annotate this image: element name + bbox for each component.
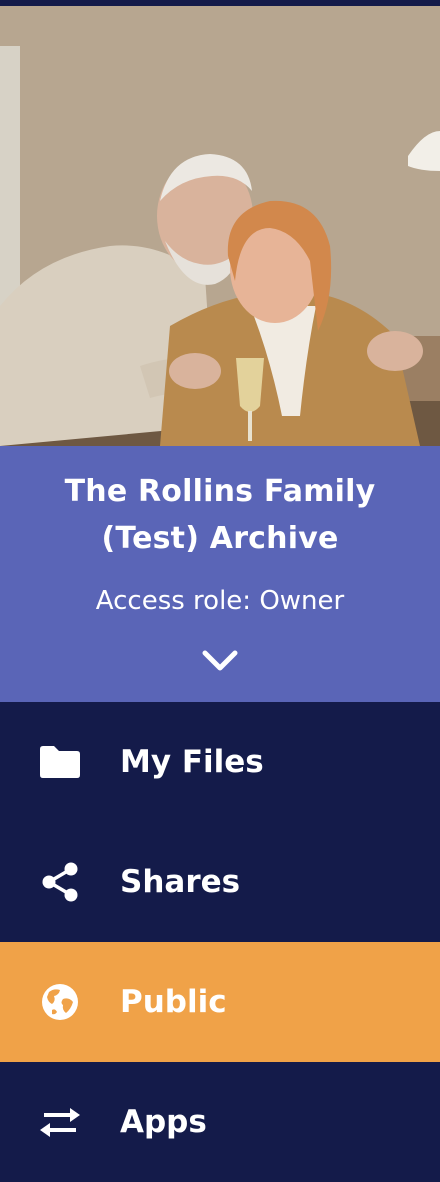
nav-item-label: My Files xyxy=(120,744,264,780)
couple-photo-illustration xyxy=(0,6,440,446)
archive-header[interactable]: The Rollins Family (Test) Archive Access… xyxy=(0,446,440,702)
globe-icon xyxy=(38,980,82,1024)
nav-item-public[interactable]: Public xyxy=(0,942,440,1062)
swap-arrows-icon xyxy=(38,1100,82,1144)
nav-item-label: Apps xyxy=(120,1104,207,1140)
chevron-down-icon[interactable] xyxy=(201,648,239,674)
access-role-text: Access role: Owner xyxy=(95,586,345,616)
folder-icon xyxy=(38,740,82,784)
nav-item-shares[interactable]: Shares xyxy=(0,822,440,942)
archive-name: The Rollins Family (Test) Archive xyxy=(64,474,376,556)
nav-item-my-files[interactable]: My Files xyxy=(0,702,440,822)
nav-item-label: Public xyxy=(120,984,227,1020)
archive-cover-photo xyxy=(0,6,440,446)
nav-item-label: Shares xyxy=(120,864,241,900)
nav-item-apps[interactable]: Apps xyxy=(0,1062,440,1182)
share-icon xyxy=(38,860,82,904)
